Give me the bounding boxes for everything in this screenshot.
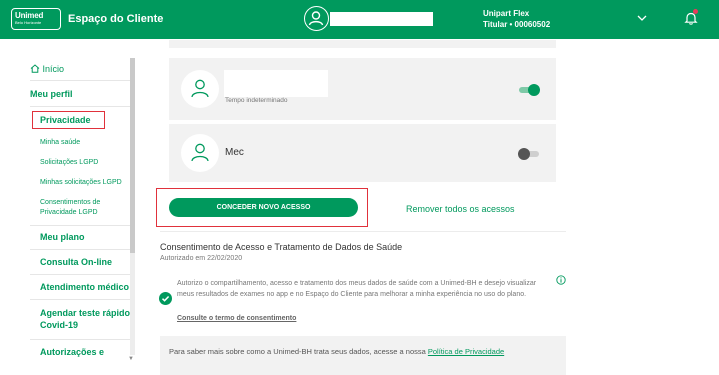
divider [30,106,130,107]
access-card: Tempo indeterminado [169,58,556,120]
user-icon [308,11,324,26]
divider [30,225,130,226]
sidebar-item-minha-saude[interactable]: Minha saúde [40,139,140,146]
consent-title: Consentimento de Acesso e Tratamento de … [160,242,403,252]
divider [30,274,130,275]
access-duration: Tempo indeterminado [225,97,288,104]
user-icon [191,79,209,98]
sidebar-item-consulta-online[interactable]: Consulta On-line [40,257,140,267]
plan-name: Unipart Flex [483,9,530,18]
privacy-highlight-box [32,111,105,129]
sidebar-item-consentimentos[interactable]: Consentimentos de Privacidade LGPD [40,198,132,218]
sidebar-item-inicio[interactable]: Início [30,64,130,74]
person-name: Mec [225,147,244,158]
consent-date: Autorizado em 22/02/2020 [160,255,243,262]
toggle-knob [518,148,530,160]
divider [30,80,130,81]
sidebar-item-label: Início [42,64,65,74]
home-icon [30,64,40,73]
divider [160,231,566,232]
notification-badge [693,9,698,14]
access-card: Mec [169,124,556,182]
info-icon[interactable] [556,275,566,285]
user-avatar[interactable] [304,6,329,31]
logo-subtext: Belo Horizonte [15,20,42,25]
user-icon [191,143,209,162]
check-circle-icon [159,292,172,305]
sidebar-scroll-thumb[interactable] [130,58,135,253]
logo-text: Unimed [15,11,44,20]
consent-term-link[interactable]: Consulte o termo de consentimento [177,315,296,322]
consent-text: Autorizo o compartilhamento, acesso e tr… [177,280,537,298]
person-name-redacted [224,70,328,97]
sidebar-item-agendar-teste[interactable]: Agendar teste rápido Covid-19 [40,307,136,331]
privacy-info-panel: Para saber mais sobre como a Unimed-BH t… [160,336,566,375]
chevron-down-icon[interactable] [637,14,647,22]
remove-all-access-link[interactable]: Remover todos os acessos [406,204,515,214]
unimed-logo[interactable]: Unimed Belo Horizonte [11,8,61,30]
sidebar-item-solicitacoes-lgpd[interactable]: Solicitações LGPD [40,159,140,166]
toggle-knob [528,84,540,96]
access-card-partial [169,40,556,48]
privacy-info-text: Para saber mais sobre como a Unimed-BH t… [169,346,559,358]
divider [30,249,130,250]
sidebar-item-minhas-solicitacoes-lgpd[interactable]: Minhas solicitações LGPD [40,179,140,186]
sidebar-item-meu-perfil[interactable]: Meu perfil [30,89,130,99]
scroll-down-icon[interactable]: ▼ [128,356,134,362]
grant-new-access-button[interactable]: CONCEDER NOVO ACESSO [169,198,358,217]
person-avatar [181,70,219,108]
sidebar-item-atendimento-medico[interactable]: Atendimento médico [40,282,140,292]
user-name-redacted [330,12,433,26]
divider [30,339,130,340]
divider [30,299,130,300]
app-title: Espaço do Cliente [68,13,164,25]
privacy-info-label: Para saber mais sobre como a Unimed-BH t… [169,347,428,356]
access-toggle-off[interactable] [518,148,539,160]
access-toggle-on[interactable] [519,84,540,96]
sidebar-item-meu-plano[interactable]: Meu plano [40,232,140,242]
top-header: Unimed Belo Horizonte Espaço do Cliente … [0,0,719,39]
person-avatar [181,134,219,172]
page: Unimed Belo Horizonte Espaço do Cliente … [0,0,719,375]
privacy-policy-link[interactable]: Política de Privacidade [428,347,504,356]
sidebar-item-autorizacoes[interactable]: Autorizações e [40,347,140,357]
plan-card-number: Titular • 00060502 [483,20,551,29]
